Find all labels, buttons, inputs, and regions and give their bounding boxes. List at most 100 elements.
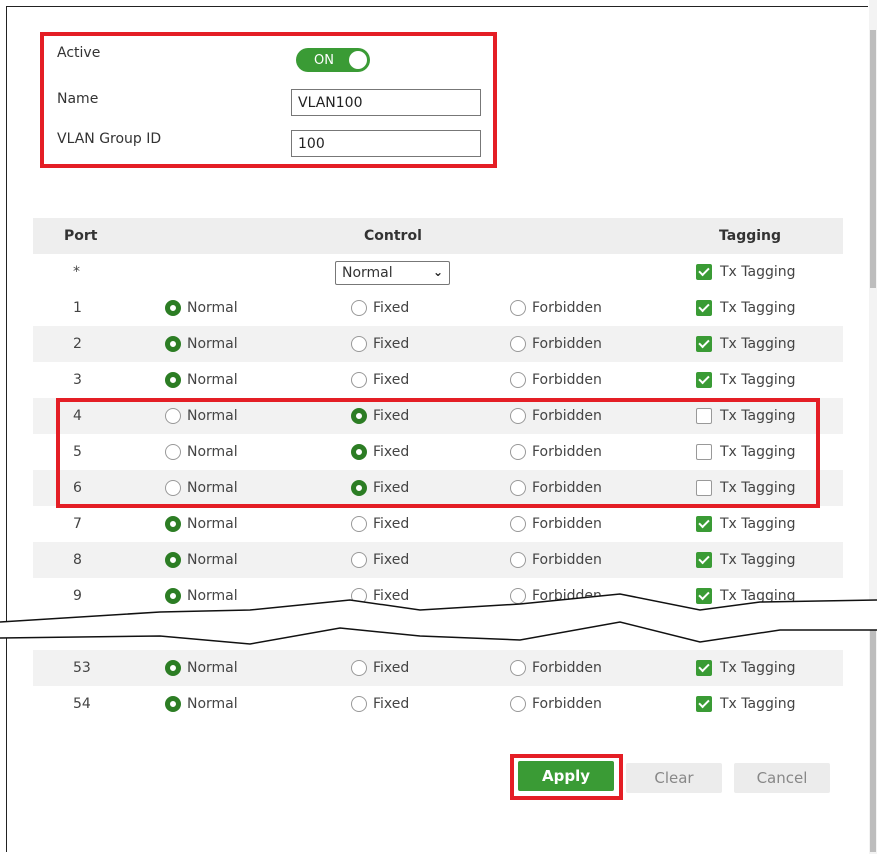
radio-icon[interactable]: [510, 336, 526, 352]
radio-icon[interactable]: [351, 516, 367, 532]
tx-tagging-cell[interactable]: Tx Tagging: [696, 506, 796, 542]
radio-fixed[interactable]: Fixed: [351, 362, 409, 398]
radio-icon[interactable]: [165, 660, 181, 676]
radio-forbidden[interactable]: Forbidden: [510, 362, 602, 398]
clear-button[interactable]: Clear: [626, 763, 722, 793]
tx-tagging-label: Tx Tagging: [720, 336, 796, 352]
header-port: Port: [64, 228, 98, 244]
radio-icon[interactable]: [510, 516, 526, 532]
radio-label: Normal: [187, 516, 238, 532]
radio-forbidden[interactable]: Forbidden: [510, 542, 602, 578]
radio-fixed[interactable]: Fixed: [351, 686, 409, 722]
tx-tagging-cell[interactable]: Tx Tagging: [696, 362, 796, 398]
table-row: 1 Normal Fixed Forbidden Tx Tagging: [33, 290, 843, 326]
radio-icon[interactable]: [165, 336, 181, 352]
port-cell: 1: [73, 300, 82, 316]
radio-forbidden[interactable]: Forbidden: [510, 290, 602, 326]
radio-forbidden[interactable]: Forbidden: [510, 650, 602, 686]
checkbox-icon[interactable]: [696, 696, 712, 712]
table-row: 2 Normal Fixed Forbidden Tx Tagging: [33, 326, 843, 362]
tx-tagging-label: Tx Tagging: [720, 300, 796, 316]
radio-label: Fixed: [373, 372, 410, 388]
control-select-value: Normal: [342, 265, 393, 281]
checkbox-icon[interactable]: [696, 264, 712, 280]
radio-fixed[interactable]: Fixed: [351, 290, 409, 326]
radio-fixed[interactable]: Fixed: [351, 326, 409, 362]
port-cell: 54: [73, 696, 91, 712]
radio-label: Forbidden: [532, 372, 602, 388]
tx-tagging-cell[interactable]: Tx Tagging: [696, 326, 796, 362]
radio-label: Forbidden: [532, 336, 602, 352]
control-select[interactable]: Normal ⌄: [335, 261, 450, 285]
radio-icon[interactable]: [510, 660, 526, 676]
checkbox-icon[interactable]: [696, 336, 712, 352]
radio-icon[interactable]: [351, 300, 367, 316]
radio-forbidden[interactable]: Forbidden: [510, 686, 602, 722]
radio-icon[interactable]: [510, 300, 526, 316]
tx-tagging-label: Tx Tagging: [720, 552, 796, 568]
radio-icon[interactable]: [351, 336, 367, 352]
radio-fixed[interactable]: Fixed: [351, 650, 409, 686]
port-cell: *: [73, 264, 80, 280]
radio-label: Fixed: [373, 552, 410, 568]
radio-forbidden[interactable]: Forbidden: [510, 506, 602, 542]
tx-tagging-label: Tx Tagging: [720, 372, 796, 388]
tx-tagging-cell[interactable]: Tx Tagging: [696, 686, 796, 722]
radio-label: Fixed: [373, 660, 410, 676]
radio-fixed[interactable]: Fixed: [351, 542, 409, 578]
radio-normal[interactable]: Normal: [165, 326, 238, 362]
tx-tagging-cell[interactable]: Tx Tagging: [696, 650, 796, 686]
radio-icon[interactable]: [165, 696, 181, 712]
scrollbar-thumb[interactable]: [870, 30, 876, 288]
radio-icon[interactable]: [165, 552, 181, 568]
radio-label: Normal: [187, 300, 238, 316]
radio-label: Forbidden: [532, 552, 602, 568]
highlight-box-ports: [56, 398, 820, 508]
radio-normal[interactable]: Normal: [165, 506, 238, 542]
radio-icon[interactable]: [351, 660, 367, 676]
radio-label: Forbidden: [532, 696, 602, 712]
radio-normal[interactable]: Normal: [165, 542, 238, 578]
checkbox-icon[interactable]: [696, 372, 712, 388]
checkbox-icon[interactable]: [696, 516, 712, 532]
radio-icon[interactable]: [510, 552, 526, 568]
radio-icon[interactable]: [351, 696, 367, 712]
radio-icon[interactable]: [510, 372, 526, 388]
tx-tagging-cell[interactable]: Tx Tagging: [696, 542, 796, 578]
radio-normal[interactable]: Normal: [165, 290, 238, 326]
header-control: Control: [364, 228, 422, 244]
table-header: Port Control Tagging: [33, 218, 843, 254]
port-cell: 8: [73, 552, 82, 568]
scrollbar-thumb[interactable]: [870, 620, 876, 852]
radio-forbidden[interactable]: Forbidden: [510, 326, 602, 362]
table-row: 3 Normal Fixed Forbidden Tx Tagging: [33, 362, 843, 398]
radio-label: Fixed: [373, 696, 410, 712]
radio-icon[interactable]: [165, 300, 181, 316]
checkbox-icon[interactable]: [696, 660, 712, 676]
port-cell: 2: [73, 336, 82, 352]
table-break-zigzag: [0, 593, 877, 645]
table-row-all: * Normal ⌄ Tx Tagging: [33, 254, 843, 290]
radio-icon[interactable]: [165, 372, 181, 388]
radio-fixed[interactable]: Fixed: [351, 506, 409, 542]
radio-label: Normal: [187, 336, 238, 352]
radio-label: Normal: [187, 552, 238, 568]
cancel-button[interactable]: Cancel: [734, 763, 830, 793]
radio-label: Normal: [187, 696, 238, 712]
radio-icon[interactable]: [351, 372, 367, 388]
highlight-box-apply: [510, 754, 623, 800]
radio-label: Normal: [187, 660, 238, 676]
radio-normal[interactable]: Normal: [165, 362, 238, 398]
radio-icon[interactable]: [510, 696, 526, 712]
radio-normal[interactable]: Normal: [165, 650, 238, 686]
checkbox-icon[interactable]: [696, 552, 712, 568]
radio-normal[interactable]: Normal: [165, 686, 238, 722]
radio-icon[interactable]: [165, 516, 181, 532]
radio-icon[interactable]: [351, 552, 367, 568]
tx-tagging-all[interactable]: Tx Tagging: [696, 254, 796, 290]
highlight-box-settings: [40, 32, 497, 168]
tx-tagging-cell[interactable]: Tx Tagging: [696, 290, 796, 326]
tx-tagging-label: Tx Tagging: [720, 516, 796, 532]
radio-label: Normal: [187, 372, 238, 388]
checkbox-icon[interactable]: [696, 300, 712, 316]
